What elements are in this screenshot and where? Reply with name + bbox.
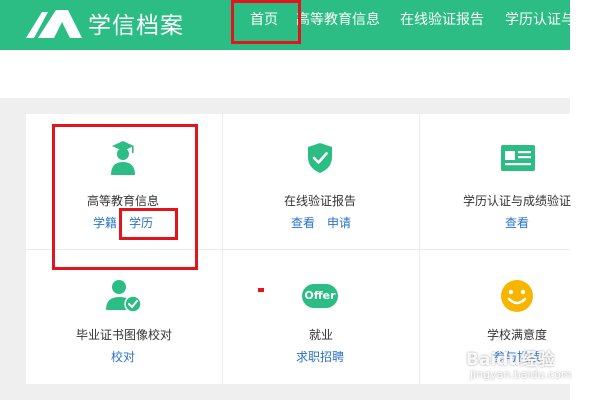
nav-higher-education-info[interactable]: 高等教育信息: [296, 9, 380, 29]
highlight-box-degree-link: [119, 208, 178, 240]
tile-title: 毕业证书图像校对: [76, 328, 173, 342]
nav-online-verification-report[interactable]: 在线验证报告: [400, 9, 484, 29]
nav-degree-certification[interactable]: 学历认证与: [505, 9, 575, 29]
link-proofread[interactable]: 校对: [111, 348, 135, 365]
highlight-box-nav-home: [231, 0, 301, 44]
link-view-certification[interactable]: 查看: [505, 214, 529, 231]
link-job-search[interactable]: 求职招聘: [296, 348, 344, 365]
watermark-url: jingyan.baidu.com: [470, 368, 572, 381]
red-marker: [258, 288, 264, 292]
tile-title: 就业: [309, 328, 334, 342]
site-title: 学信档案: [88, 13, 184, 39]
user-check-icon: [106, 280, 142, 313]
smiley-icon: [501, 280, 533, 312]
offer-badge-icon: Offer: [302, 284, 338, 308]
logo-icon: [26, 10, 82, 38]
right-margin: [570, 0, 600, 400]
highlight-box-higher-education: [52, 124, 198, 270]
id-card-icon: [501, 145, 535, 171]
shield-check-icon: [308, 143, 332, 173]
tile-title: 在线验证报告: [284, 194, 357, 208]
tile-title: 学历认证与成绩验证: [463, 194, 572, 208]
watermark-brand: Baidu经验: [466, 350, 555, 370]
link-view-report[interactable]: 查看: [291, 214, 315, 231]
tile-title: 学校满意度: [487, 328, 548, 342]
link-apply-report[interactable]: 申请: [327, 214, 351, 231]
